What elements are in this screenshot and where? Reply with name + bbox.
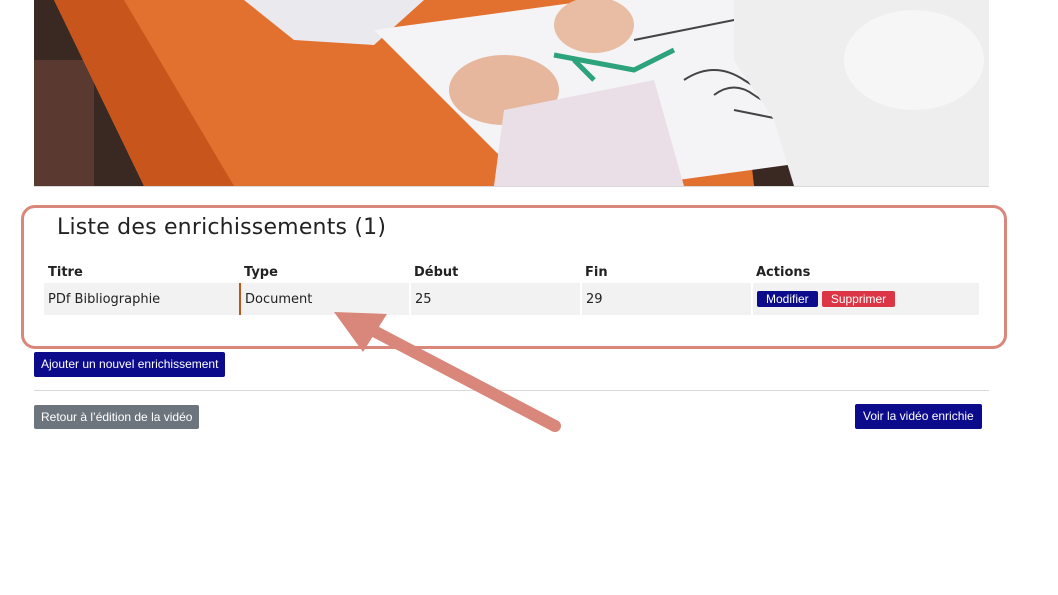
section-title: Liste des enrichissements (1) — [57, 215, 387, 240]
view-enriched-video-button[interactable]: Voir la vidéo enrichie — [855, 404, 982, 429]
divider — [34, 390, 989, 391]
back-to-video-edit-button[interactable]: Retour à l’édition de la vidéo — [34, 405, 200, 429]
divider — [34, 186, 989, 187]
table-header-row: Titre Type Début Fin Actions — [44, 261, 979, 283]
delete-button[interactable]: Supprimer — [821, 291, 896, 307]
edit-button[interactable]: Modifier — [757, 291, 818, 307]
cell-actions: Modifier Supprimer — [751, 283, 979, 315]
table-row: PDf Bibliographie Document 25 29 Modifie… — [44, 283, 979, 315]
column-header-actions: Actions — [756, 264, 811, 280]
add-enrichment-button[interactable]: Ajouter un nouvel enrichissement — [34, 352, 226, 377]
column-header-start: Début — [414, 264, 459, 280]
cell-end: 29 — [580, 283, 752, 315]
cell-start: 25 — [409, 283, 581, 315]
cell-type: Document — [239, 283, 410, 315]
column-header-title: Titre — [48, 264, 83, 280]
enrichments-table: Titre Type Début Fin Actions PDf Bibliog… — [44, 261, 979, 315]
cell-title: PDf Bibliographie — [44, 283, 240, 315]
column-header-end: Fin — [585, 264, 608, 280]
column-header-type: Type — [244, 264, 278, 280]
video-thumbnail-image — [34, 0, 989, 186]
